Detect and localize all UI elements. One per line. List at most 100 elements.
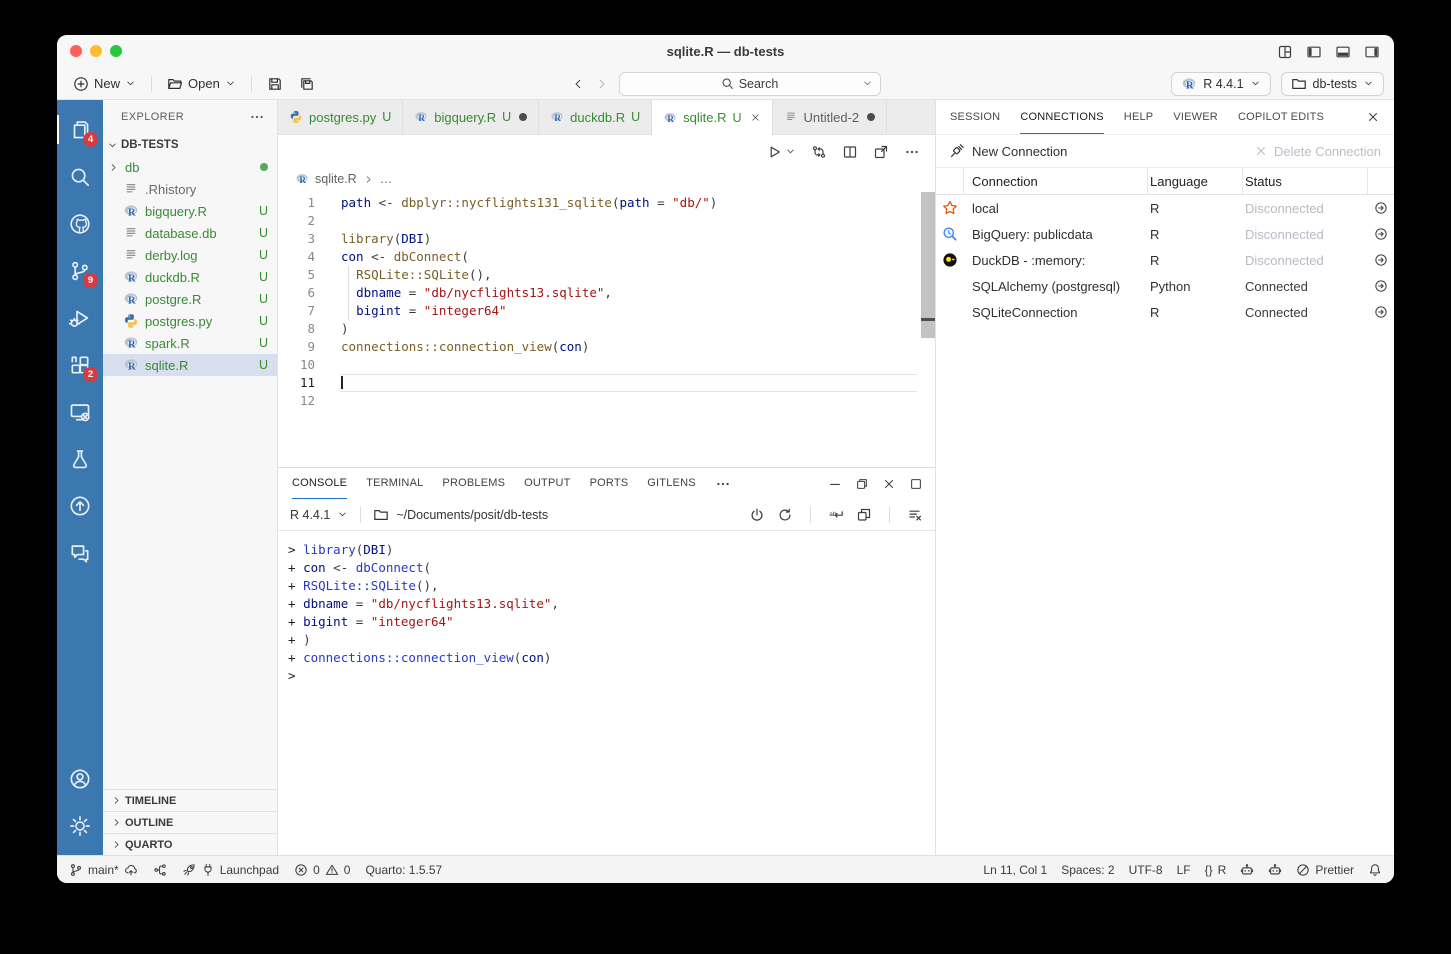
- open-connection-button[interactable]: [1368, 299, 1394, 325]
- git-branch-status[interactable]: main*: [69, 863, 138, 877]
- code-line-4[interactable]: 4con <- dbConnect(: [278, 248, 935, 266]
- open-connection-button[interactable]: [1368, 273, 1394, 299]
- customize-layout-icon[interactable]: [1277, 44, 1293, 60]
- notifications-button[interactable]: [1368, 863, 1382, 877]
- restart-console-icon[interactable]: [777, 507, 793, 523]
- activity-accounts[interactable]: [57, 755, 103, 802]
- toggle-right-sidebar-icon[interactable]: [1364, 44, 1380, 60]
- connection-row[interactable]: localRDisconnected: [936, 195, 1394, 221]
- interpreter-selector[interactable]: R R 4.4.1: [1171, 72, 1270, 96]
- open-in-window-icon[interactable]: [873, 144, 889, 160]
- editor-scrollbar[interactable]: [921, 192, 935, 338]
- open-in-new-window-icon[interactable]: [856, 507, 872, 523]
- connection-row[interactable]: DuckDB - :memory:RDisconnected: [936, 247, 1394, 273]
- chevron-down-icon[interactable]: [785, 146, 796, 157]
- code-line-1[interactable]: 1path <- dbplyr::nycflights131_sqlite(pa…: [278, 194, 935, 212]
- explorer-item-sqlite.R[interactable]: Rsqlite.RU: [103, 354, 277, 376]
- activity-testing[interactable]: [57, 435, 103, 482]
- workspace-selector[interactable]: db-tests: [1281, 72, 1384, 96]
- search-input[interactable]: Search: [619, 72, 881, 96]
- new-button[interactable]: New: [67, 73, 142, 95]
- new-connection-button[interactable]: New Connection: [972, 144, 1067, 159]
- explorer-item-database.db[interactable]: database.dbU: [103, 222, 277, 244]
- editor-tab-sqlite.R[interactable]: Rsqlite.RU: [652, 100, 772, 135]
- close-panel-icon[interactable]: [882, 477, 896, 491]
- launchpad-button[interactable]: Launchpad: [182, 863, 279, 877]
- console-output[interactable]: > library(DBI)+ con <- dbConnect(+ RSQLi…: [278, 531, 935, 855]
- panel-tab-terminal[interactable]: TERMINAL: [366, 468, 423, 499]
- open-connection-button[interactable]: [1368, 221, 1394, 247]
- code-line-12[interactable]: 12: [278, 392, 935, 410]
- indentation-setting[interactable]: Spaces: 2: [1061, 863, 1114, 877]
- prettier-status[interactable]: Prettier: [1296, 863, 1354, 877]
- open-connection-button[interactable]: [1368, 195, 1394, 221]
- shutdown-console-icon[interactable]: [749, 507, 765, 523]
- clear-console-icon[interactable]: [907, 507, 923, 523]
- toggle-bottom-panel-icon[interactable]: [1335, 44, 1351, 60]
- copilot-edits-status[interactable]: [1268, 863, 1282, 877]
- breadcrumb[interactable]: R sqlite.R …: [278, 168, 935, 190]
- panel-tab-problems[interactable]: PROBLEMS: [442, 468, 505, 499]
- save-button[interactable]: [261, 73, 289, 95]
- right-tab-copilot-edits[interactable]: COPILOT EDITS: [1238, 100, 1324, 134]
- open-connection-button[interactable]: [1368, 247, 1394, 273]
- code-line-5[interactable]: 5 RSQLite::SQLite(),: [278, 266, 935, 284]
- editor-tab-duckdb.R[interactable]: Rduckdb.RU: [539, 100, 652, 134]
- section-quarto[interactable]: QUARTO: [103, 833, 277, 855]
- problems-status[interactable]: 0 0: [294, 863, 350, 877]
- more-tabs-icon[interactable]: [715, 476, 731, 492]
- close-right-panel-icon[interactable]: [1366, 110, 1380, 124]
- editor-tab-postgres.py[interactable]: postgres.pyU: [278, 100, 403, 134]
- chevron-down-icon[interactable]: [862, 78, 873, 89]
- code-line-8[interactable]: 8): [278, 320, 935, 338]
- activity-search[interactable]: [57, 153, 103, 200]
- open-button[interactable]: Open: [161, 73, 242, 95]
- panel-tab-gitlens[interactable]: GITLENS: [647, 468, 695, 499]
- toggle-left-sidebar-icon[interactable]: [1306, 44, 1322, 60]
- explorer-item-db[interactable]: db: [103, 156, 277, 178]
- save-all-button[interactable]: [293, 73, 321, 95]
- connection-row[interactable]: SQLiteConnectionRConnected: [936, 299, 1394, 325]
- code-line-2[interactable]: 2: [278, 212, 935, 230]
- right-tab-viewer[interactable]: VIEWER: [1173, 100, 1218, 134]
- editor-tab-bigquery.R[interactable]: Rbigquery.RU: [403, 100, 539, 134]
- explorer-item-duckdb.R[interactable]: Rduckdb.RU: [103, 266, 277, 288]
- explorer-item-.Rhistory[interactable]: .Rhistory: [103, 178, 277, 200]
- minimize-panel-icon[interactable]: [828, 477, 842, 491]
- activity-settings[interactable]: [57, 802, 103, 849]
- quarto-status[interactable]: Quarto: 1.5.57: [365, 863, 442, 877]
- language-mode[interactable]: {} R: [1205, 863, 1227, 877]
- forward-icon[interactable]: [595, 77, 609, 91]
- console-interpreter-label[interactable]: R 4.4.1: [290, 508, 330, 522]
- back-icon[interactable]: [571, 77, 585, 91]
- right-tab-connections[interactable]: CONNECTIONS: [1020, 100, 1103, 134]
- eol-setting[interactable]: LF: [1177, 863, 1191, 877]
- activity-source-control[interactable]: 9: [57, 247, 103, 294]
- more-actions-icon[interactable]: [249, 109, 265, 125]
- explorer-item-bigquery.R[interactable]: Rbigquery.RU: [103, 200, 277, 222]
- right-tab-help[interactable]: HELP: [1124, 100, 1154, 134]
- activity-extensions[interactable]: 2: [57, 341, 103, 388]
- git-graph-button[interactable]: [153, 863, 167, 877]
- explorer-item-spark.R[interactable]: Rspark.RU: [103, 332, 277, 354]
- connection-row[interactable]: BigQuery: publicdataRDisconnected: [936, 221, 1394, 247]
- code-line-9[interactable]: 9connections::connection_view(con): [278, 338, 935, 356]
- activity-remote-explorer[interactable]: [57, 388, 103, 435]
- activity-explorer[interactable]: 4: [57, 106, 103, 153]
- delete-connection-button[interactable]: Delete Connection: [1254, 144, 1381, 159]
- code-line-10[interactable]: 10: [278, 356, 935, 374]
- explorer-item-derby.log[interactable]: derby.logU: [103, 244, 277, 266]
- code-line-3[interactable]: 3library(DBI): [278, 230, 935, 248]
- breadcrumb-more[interactable]: …: [380, 172, 393, 186]
- working-directory-label[interactable]: ~/Documents/posit/db-tests: [396, 508, 548, 522]
- section-timeline[interactable]: TIMELINE: [103, 789, 277, 811]
- code-line-11[interactable]: 11: [278, 374, 935, 392]
- run-button[interactable]: [766, 144, 796, 160]
- panel-tab-ports[interactable]: PORTS: [590, 468, 629, 499]
- encoding-setting[interactable]: UTF-8: [1129, 863, 1163, 877]
- breadcrumb-file[interactable]: sqlite.R: [315, 172, 357, 186]
- move-to-editor-icon[interactable]: ab: [828, 507, 844, 523]
- split-editor-icon[interactable]: [842, 144, 858, 160]
- source-file-icon[interactable]: [811, 144, 827, 160]
- explorer-item-postgres.py[interactable]: postgres.pyU: [103, 310, 277, 332]
